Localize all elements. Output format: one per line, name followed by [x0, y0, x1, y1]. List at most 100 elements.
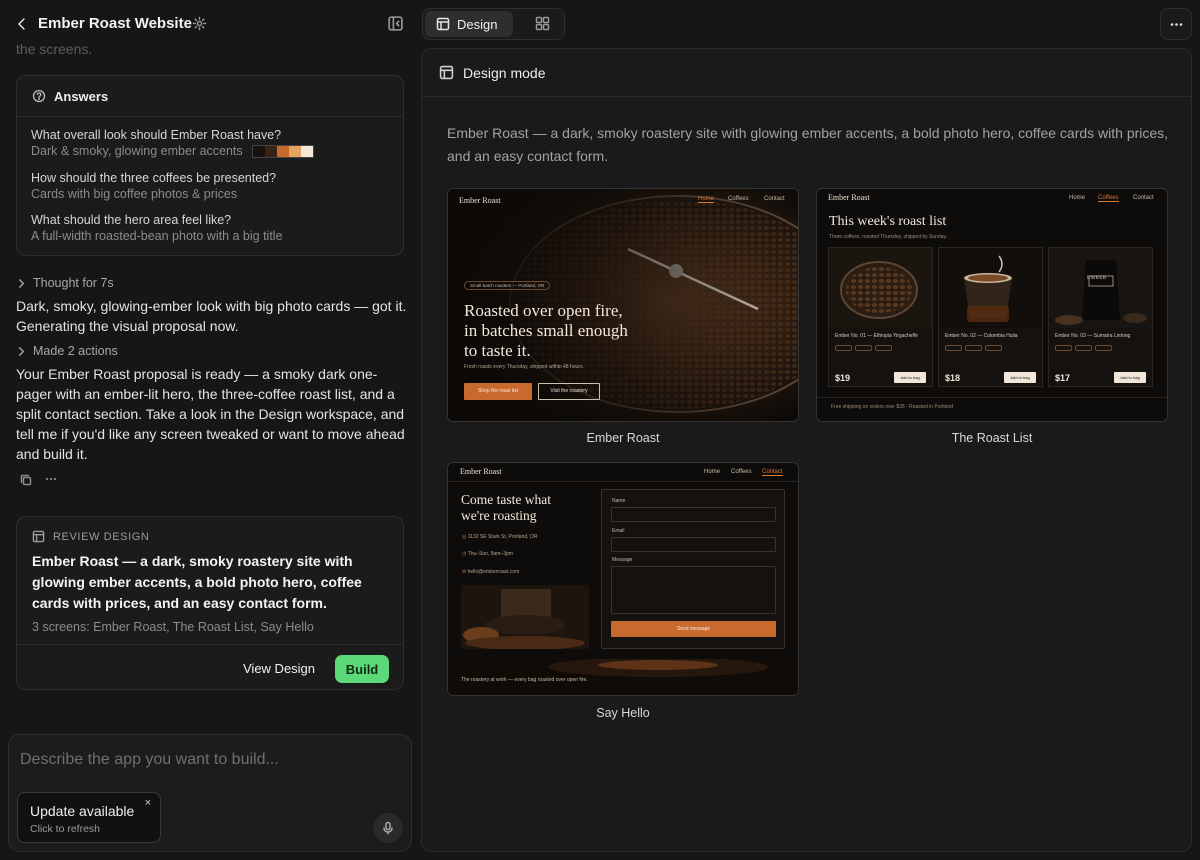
mode-switcher: Design	[422, 8, 565, 40]
screen-card-roast-list[interactable]: Ember Roast Home Coffees Contact This we…	[816, 188, 1168, 422]
thought-label: Thought for 7s	[33, 276, 114, 290]
coffee-card: Ember No. 01 — Ethiopia Yirgacheffe $19 …	[828, 247, 933, 387]
layout-icon	[439, 65, 454, 80]
mock-headline: Roasted over open fire, in batches small…	[464, 301, 628, 361]
grid-icon[interactable]	[535, 16, 550, 31]
actions-toggle[interactable]: Made 2 actions	[16, 344, 118, 358]
mock-info-email: ✉ hello@emberroast.com	[462, 569, 520, 575]
coffee-photo	[1049, 248, 1152, 328]
answer-text: Cards with big coffee photos & prices	[31, 187, 238, 201]
more-horizontal-icon	[1170, 22, 1182, 26]
form-label-name: Name	[612, 498, 626, 504]
mock-heading: This week's roast list	[829, 214, 947, 229]
mock-nav-home: Home	[698, 196, 715, 203]
coffee-card: EMBER Ember No. 03 — Sumatra Lintong $17…	[1048, 247, 1153, 387]
chat-panel: Ember Roast Website the screens. Answers…	[0, 0, 420, 860]
copy-icon[interactable]	[19, 473, 33, 487]
mock-nav-contact: Contact	[764, 196, 785, 202]
microphone-button[interactable]	[373, 813, 403, 843]
composer: Update available Click to refresh ×	[8, 734, 412, 852]
coffee-name: Ember No. 02 — Colombia Huila	[945, 333, 1018, 339]
add-to-bag-button: Add to bag	[1114, 372, 1146, 383]
answer-item: What overall look should Ember Roast hav…	[31, 127, 314, 159]
review-tag-label: REVIEW DESIGN	[53, 530, 150, 543]
coffee-name: Ember No. 01 — Ethiopia Yirgacheffe	[835, 333, 919, 339]
mock-secondary-cta: Visit the roastery	[538, 383, 600, 400]
coffee-card: Ember No. 02 — Colombia Huila $18 Add to…	[938, 247, 1043, 387]
info-text: Thu–Sun, 8am–3pm	[467, 551, 513, 557]
workspace-toolbar: Design	[420, 0, 1200, 48]
add-to-bag-button: Add to bag	[1004, 372, 1036, 383]
coffee-price: $17	[1055, 373, 1071, 383]
color-swatch	[288, 145, 301, 157]
mock-name-field	[611, 507, 776, 522]
close-icon[interactable]: ×	[145, 797, 151, 809]
answers-title: Answers	[54, 88, 109, 104]
coffee-photo	[939, 248, 1042, 328]
back-icon[interactable]	[14, 16, 30, 32]
workspace-title: Design mode	[463, 64, 546, 81]
truncated-message: the screens.	[16, 41, 93, 57]
color-swatch	[252, 145, 265, 157]
layout-icon	[436, 17, 450, 31]
thought-toggle[interactable]: Thought for 7s	[16, 276, 114, 290]
mock-subtext: Fresh roasts every Thursday, shipped wit…	[464, 364, 584, 370]
tab-design[interactable]: Design	[425, 11, 513, 37]
mock-logo: Ember Roast	[460, 467, 502, 476]
heading-line: Come taste what	[461, 492, 551, 507]
build-button[interactable]: Build	[335, 655, 389, 683]
answer-question: How should the three coffees be presente…	[31, 171, 277, 185]
heading-line: we're roasting	[461, 508, 537, 523]
mock-primary-cta: Shop the roast list	[464, 383, 532, 400]
tab-design-label: Design	[457, 16, 498, 32]
review-tag: REVIEW DESIGN	[32, 530, 149, 543]
mock-nav-coffees: Coffees	[728, 196, 749, 202]
divider	[448, 481, 798, 482]
mock-logo: Ember Roast	[459, 196, 501, 205]
screen-card-ember-roast[interactable]: Ember Roast Home Coffees Contact Small-b…	[447, 188, 799, 422]
headline-line: to taste it.	[464, 341, 531, 360]
review-subtitle: 3 screens: Ember Roast, The Roast List, …	[32, 620, 314, 634]
answer-item: How should the three coffees be presente…	[31, 170, 276, 202]
mock-submit-button: Send message	[611, 621, 776, 637]
coffee-photo	[829, 248, 932, 328]
coffee-name: Ember No. 03 — Sumatra Lintong	[1055, 333, 1131, 339]
toggle-sidebar-icon[interactable]	[387, 15, 404, 32]
roastery-photo	[461, 585, 589, 649]
mock-nav-home: Home	[1069, 195, 1086, 201]
toast-subtitle: Click to refresh	[30, 823, 101, 835]
coffee-tags	[1055, 345, 1115, 351]
mock-nav-coffees: Coffees	[1098, 195, 1119, 202]
mock-contact-form: Name Email Message Send message	[601, 489, 785, 649]
mock-message-field	[611, 566, 776, 614]
mock-info-address: ◎ 1132 SE Stark St, Portland, OR	[462, 534, 538, 540]
color-swatch	[276, 145, 289, 157]
more-options-icon[interactable]	[44, 472, 58, 486]
mock-nav-coffees: Coffees	[731, 469, 752, 475]
mock-heading: Come taste what we're roasting	[461, 492, 551, 524]
view-design-button[interactable]: View Design	[243, 661, 315, 676]
answer-item: What should the hero area feel like? A f…	[31, 212, 283, 244]
form-label-email: Email	[612, 528, 625, 534]
update-toast[interactable]: Update available Click to refresh ×	[17, 792, 161, 843]
project-title: Ember Roast Website	[38, 15, 192, 32]
coffee-price: $19	[835, 373, 851, 383]
screen-card-say-hello[interactable]: Ember Roast Home Coffees Contact Come ta…	[447, 462, 799, 696]
workspace-header: Design mode	[422, 49, 1191, 97]
more-menu-button[interactable]	[1160, 8, 1192, 40]
review-design-card: REVIEW DESIGN Ember Roast — a dark, smok…	[16, 516, 404, 690]
screen-label: The Roast List	[951, 431, 1033, 445]
microphone-icon	[383, 821, 393, 835]
gear-icon[interactable]	[192, 16, 207, 31]
answer-text: A full-width roasted-bean photo with a b…	[31, 229, 283, 243]
review-actions: View Design Build	[17, 644, 403, 689]
prompt-input[interactable]	[20, 749, 400, 771]
actions-label: Made 2 actions	[33, 344, 118, 358]
divider	[817, 397, 1167, 398]
mock-email-field	[611, 537, 776, 552]
info-text: 1132 SE Stark St, Portland, OR	[467, 534, 538, 540]
mock-footnote: Free shipping on orders over $35 · Roast…	[831, 404, 954, 410]
add-to-bag-button: Add to bag	[894, 372, 926, 383]
coffee-tags	[945, 345, 1005, 351]
headline-line: Roasted over open fire,	[464, 301, 623, 320]
